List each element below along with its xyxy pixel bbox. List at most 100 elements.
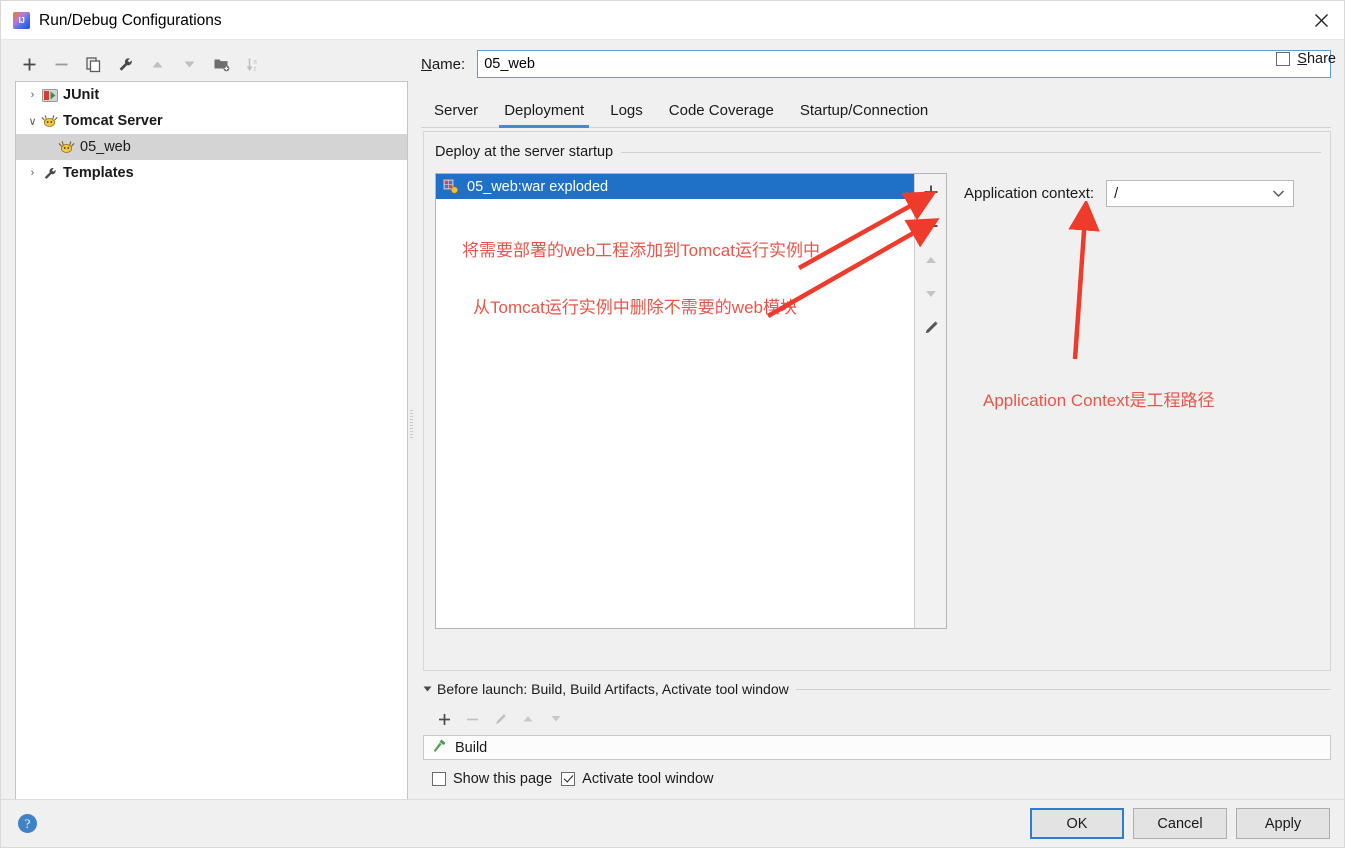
section-divider [621, 151, 1321, 153]
remove-artifact-button[interactable] [917, 212, 945, 240]
tab-server[interactable]: Server [421, 102, 491, 127]
expand-triangle-icon[interactable] [423, 686, 432, 692]
edit-task-button[interactable] [487, 707, 513, 731]
new-folder-button[interactable] [207, 50, 236, 78]
application-context-combobox[interactable]: / [1106, 180, 1295, 207]
move-task-down-button[interactable] [543, 707, 569, 731]
remove-configuration-button[interactable] [47, 50, 76, 78]
copy-icon [86, 56, 101, 72]
chevron-right-icon[interactable]: › [24, 89, 41, 101]
title-bar-left: Run/Debug Configurations [13, 1, 222, 40]
deployment-side-toolbar [914, 174, 946, 628]
chevron-right-icon[interactable]: › [24, 167, 41, 179]
tree-item-templates[interactable]: › Templates [16, 160, 407, 186]
tree-item-junit[interactable]: › JUnit [16, 82, 407, 108]
wrench-icon [41, 165, 58, 181]
plus-icon [438, 713, 450, 725]
move-task-up-button[interactable] [515, 707, 541, 731]
wrench-icon [119, 57, 132, 71]
panel-splitter[interactable] [406, 401, 416, 449]
dialog-footer: ? OK Cancel Apply [1, 799, 1344, 847]
before-launch-task-label: Build [455, 739, 488, 756]
add-configuration-button[interactable] [15, 50, 44, 78]
checkbox-box[interactable] [1276, 52, 1291, 66]
copy-configuration-button[interactable] [79, 50, 108, 78]
apply-button[interactable]: Apply [1236, 808, 1330, 839]
show-this-page-label: Show this page [453, 771, 553, 787]
application-context-row: Application context: / [964, 180, 1319, 207]
before-launch-section: Before launch: Build, Build Artifacts, A… [423, 679, 1331, 787]
tree-item-label: JUnit [63, 87, 100, 103]
close-icon[interactable] [1298, 1, 1344, 40]
arrow-down-icon [925, 291, 936, 297]
checkbox-box[interactable] [432, 772, 446, 786]
deployment-list-item[interactable]: 05_web:war exploded [436, 174, 914, 199]
add-artifact-button[interactable] [917, 178, 945, 206]
tab-startup-connection[interactable]: Startup/Connection [787, 102, 941, 127]
before-launch-header[interactable]: Before launch: Build, Build Artifacts, A… [423, 679, 1331, 699]
arrow-up-icon [523, 716, 533, 722]
before-launch-toolbar [423, 706, 1331, 732]
deployment-panel: Deploy at the server startup 05_web:war … [423, 131, 1331, 671]
move-artifact-down-button[interactable] [917, 280, 945, 308]
configurations-tree[interactable]: › JUnit ∨ Tomcat Server 05_web › Templat… [15, 81, 408, 800]
svg-text:z: z [254, 66, 257, 72]
share-checkbox[interactable]: Share [1276, 51, 1336, 67]
deployment-item-label: 05_web:war exploded [467, 178, 609, 195]
tree-item-tomcat-server[interactable]: ∨ Tomcat Server [16, 108, 407, 134]
application-context-label: Application context: [964, 185, 1095, 202]
title-bar: Run/Debug Configurations [1, 1, 1344, 40]
intellij-idea-icon [13, 12, 30, 29]
tomcat-icon [58, 139, 75, 155]
minus-icon [924, 225, 937, 227]
configuration-tabs: Server Deployment Logs Code Coverage Sta… [421, 93, 1331, 128]
before-launch-task-list[interactable]: Build [423, 735, 1331, 760]
move-artifact-up-button[interactable] [917, 246, 945, 274]
svg-text:a: a [254, 59, 258, 65]
move-up-button[interactable] [143, 50, 172, 78]
remove-task-button[interactable] [459, 707, 485, 731]
ok-button[interactable]: OK [1030, 808, 1124, 839]
tree-item-label: 05_web [80, 139, 131, 155]
chevron-down-icon[interactable] [1272, 190, 1285, 198]
tab-deployment[interactable]: Deployment [491, 102, 597, 128]
activate-tool-window-label: Activate tool window [582, 771, 714, 787]
minus-icon [466, 718, 478, 720]
before-launch-checkboxes: Show this page Activate tool window [423, 771, 1331, 787]
sort-alphabetically-button[interactable]: a z [239, 50, 268, 78]
arrow-down-icon [184, 61, 195, 67]
deploy-section-title: Deploy at the server startup [435, 144, 614, 160]
pencil-icon [495, 713, 506, 724]
name-row: Name: [421, 49, 1331, 79]
tab-logs[interactable]: Logs [597, 102, 656, 127]
help-button[interactable]: ? [18, 814, 37, 833]
war-artifact-icon [443, 179, 459, 194]
before-launch-title: Before launch: Build, Build Artifacts, A… [437, 681, 789, 697]
edit-artifact-button[interactable] [917, 314, 945, 342]
arrow-up-icon [925, 257, 936, 263]
tree-item-label: Tomcat Server [63, 113, 163, 129]
plus-icon [23, 58, 36, 70]
run-debug-configurations-dialog: Run/Debug Configurations [0, 0, 1345, 848]
deployment-list[interactable]: 05_web:war exploded [436, 174, 914, 628]
tree-item-05-web[interactable]: 05_web [16, 134, 407, 160]
arrow-down-icon [551, 716, 561, 722]
name-input[interactable] [477, 50, 1331, 78]
chevron-down-icon[interactable]: ∨ [24, 115, 41, 128]
edit-configuration-templates-button[interactable] [111, 50, 140, 78]
add-task-button[interactable] [431, 707, 457, 731]
arrow-up-icon [152, 61, 163, 67]
sort-az-icon: a z [246, 58, 258, 72]
move-down-button[interactable] [175, 50, 204, 78]
junit-icon [41, 87, 58, 103]
checkbox-box[interactable] [561, 772, 576, 786]
deploy-section-header: Deploy at the server startup [435, 144, 1321, 160]
hammer-icon [432, 738, 447, 757]
tab-code-coverage[interactable]: Code Coverage [656, 102, 787, 127]
name-label: Name: [421, 55, 466, 73]
tomcat-icon [41, 113, 58, 129]
application-context-value: / [1114, 185, 1119, 202]
cancel-button[interactable]: Cancel [1133, 808, 1227, 839]
show-this-page-checkbox[interactable]: Show this page [432, 771, 552, 787]
activate-tool-window-checkbox[interactable]: Activate tool window [561, 771, 714, 787]
